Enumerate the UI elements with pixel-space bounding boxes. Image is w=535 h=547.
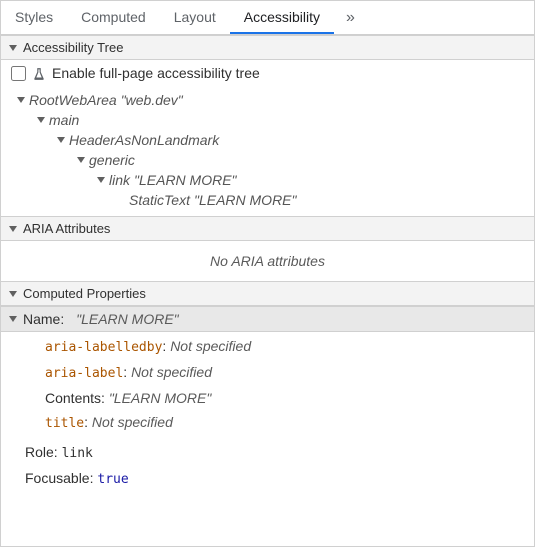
ax-node-role: StaticText <box>129 192 190 208</box>
disclosure-triangle-icon <box>9 45 17 51</box>
tab-computed[interactable]: Computed <box>67 1 160 34</box>
tab-layout[interactable]: Layout <box>160 1 230 34</box>
section-title: Computed Properties <box>23 286 146 301</box>
computed-focusable-label: Focusable: <box>25 470 93 486</box>
name-source-value: Not specified <box>92 414 173 430</box>
name-source-row: Contents: "LEARN MORE" <box>1 386 534 410</box>
ax-tree-node[interactable]: main <box>1 110 534 130</box>
disclosure-triangle-icon <box>57 137 65 143</box>
disclosure-triangle-icon <box>9 316 17 322</box>
computed-role-value: link <box>62 446 93 461</box>
name-source-value: "LEARN MORE" <box>109 390 212 406</box>
name-source-row: title: Not specified <box>1 410 534 436</box>
ax-node-name: "LEARN MORE" <box>134 172 237 188</box>
disclosure-triangle-icon <box>97 177 105 183</box>
disclosure-triangle-icon <box>37 117 45 123</box>
aria-empty-message: No ARIA attributes <box>1 241 534 281</box>
computed-name-label: Name: <box>23 311 64 327</box>
computed-focusable-value: true <box>97 472 128 487</box>
computed-name-row[interactable]: Name: "LEARN MORE" <box>1 306 534 332</box>
disclosure-triangle-icon <box>9 291 17 297</box>
ax-node-role: RootWebArea <box>29 92 117 108</box>
name-source-row: aria-label: Not specified <box>1 360 534 386</box>
tab-accessibility[interactable]: Accessibility <box>230 1 334 34</box>
section-title: Accessibility Tree <box>23 40 123 55</box>
ax-tree-node[interactable]: HeaderAsNonLandmark <box>1 130 534 150</box>
name-source-attr: title <box>45 416 84 431</box>
accessibility-tree: RootWebArea "web.dev" main HeaderAsNonLa… <box>1 86 534 216</box>
disclosure-triangle-icon <box>77 157 85 163</box>
section-title: ARIA Attributes <box>23 221 110 236</box>
ax-node-role: generic <box>89 152 135 168</box>
disclosure-triangle-icon <box>9 226 17 232</box>
section-header-aria[interactable]: ARIA Attributes <box>1 216 534 241</box>
computed-role-label: Role: <box>25 444 58 460</box>
ax-node-role: main <box>49 112 79 128</box>
name-source-attr: Contents <box>45 390 101 406</box>
enable-full-tree-row: Enable full-page accessibility tree <box>1 60 534 86</box>
devtools-tabs: Styles Computed Layout Accessibility » <box>1 1 534 35</box>
enable-full-tree-label: Enable full-page accessibility tree <box>52 63 260 83</box>
section-header-tree[interactable]: Accessibility Tree <box>1 35 534 60</box>
tab-styles[interactable]: Styles <box>1 1 67 34</box>
tabs-overflow-button[interactable]: » <box>334 1 366 34</box>
ax-node-role: HeaderAsNonLandmark <box>69 132 219 148</box>
ax-node-role: link <box>109 172 130 188</box>
ax-node-name: "LEARN MORE" <box>194 192 297 208</box>
computed-name-sources: aria-labelledby: Not specifiedaria-label… <box>1 332 534 440</box>
computed-role-row: Role: link <box>1 440 534 466</box>
name-source-row: aria-labelledby: Not specified <box>1 334 534 360</box>
ax-tree-node[interactable]: StaticText "LEARN MORE" <box>1 190 534 210</box>
ax-tree-node[interactable]: link "LEARN MORE" <box>1 170 534 190</box>
ax-tree-node[interactable]: RootWebArea "web.dev" <box>1 90 534 110</box>
experiment-flask-icon <box>32 66 46 80</box>
name-source-value: Not specified <box>131 364 212 380</box>
ax-node-name: "web.dev" <box>121 92 183 108</box>
computed-focusable-row: Focusable: true <box>1 466 534 492</box>
ax-tree-node[interactable]: generic <box>1 150 534 170</box>
name-source-attr: aria-labelledby <box>45 340 162 355</box>
computed-name-value: "LEARN MORE" <box>76 311 179 327</box>
section-header-computed[interactable]: Computed Properties <box>1 281 534 306</box>
enable-full-tree-checkbox[interactable] <box>11 66 26 81</box>
name-source-value: Not specified <box>170 338 251 354</box>
disclosure-triangle-icon <box>17 97 25 103</box>
name-source-attr: aria-label <box>45 366 123 381</box>
